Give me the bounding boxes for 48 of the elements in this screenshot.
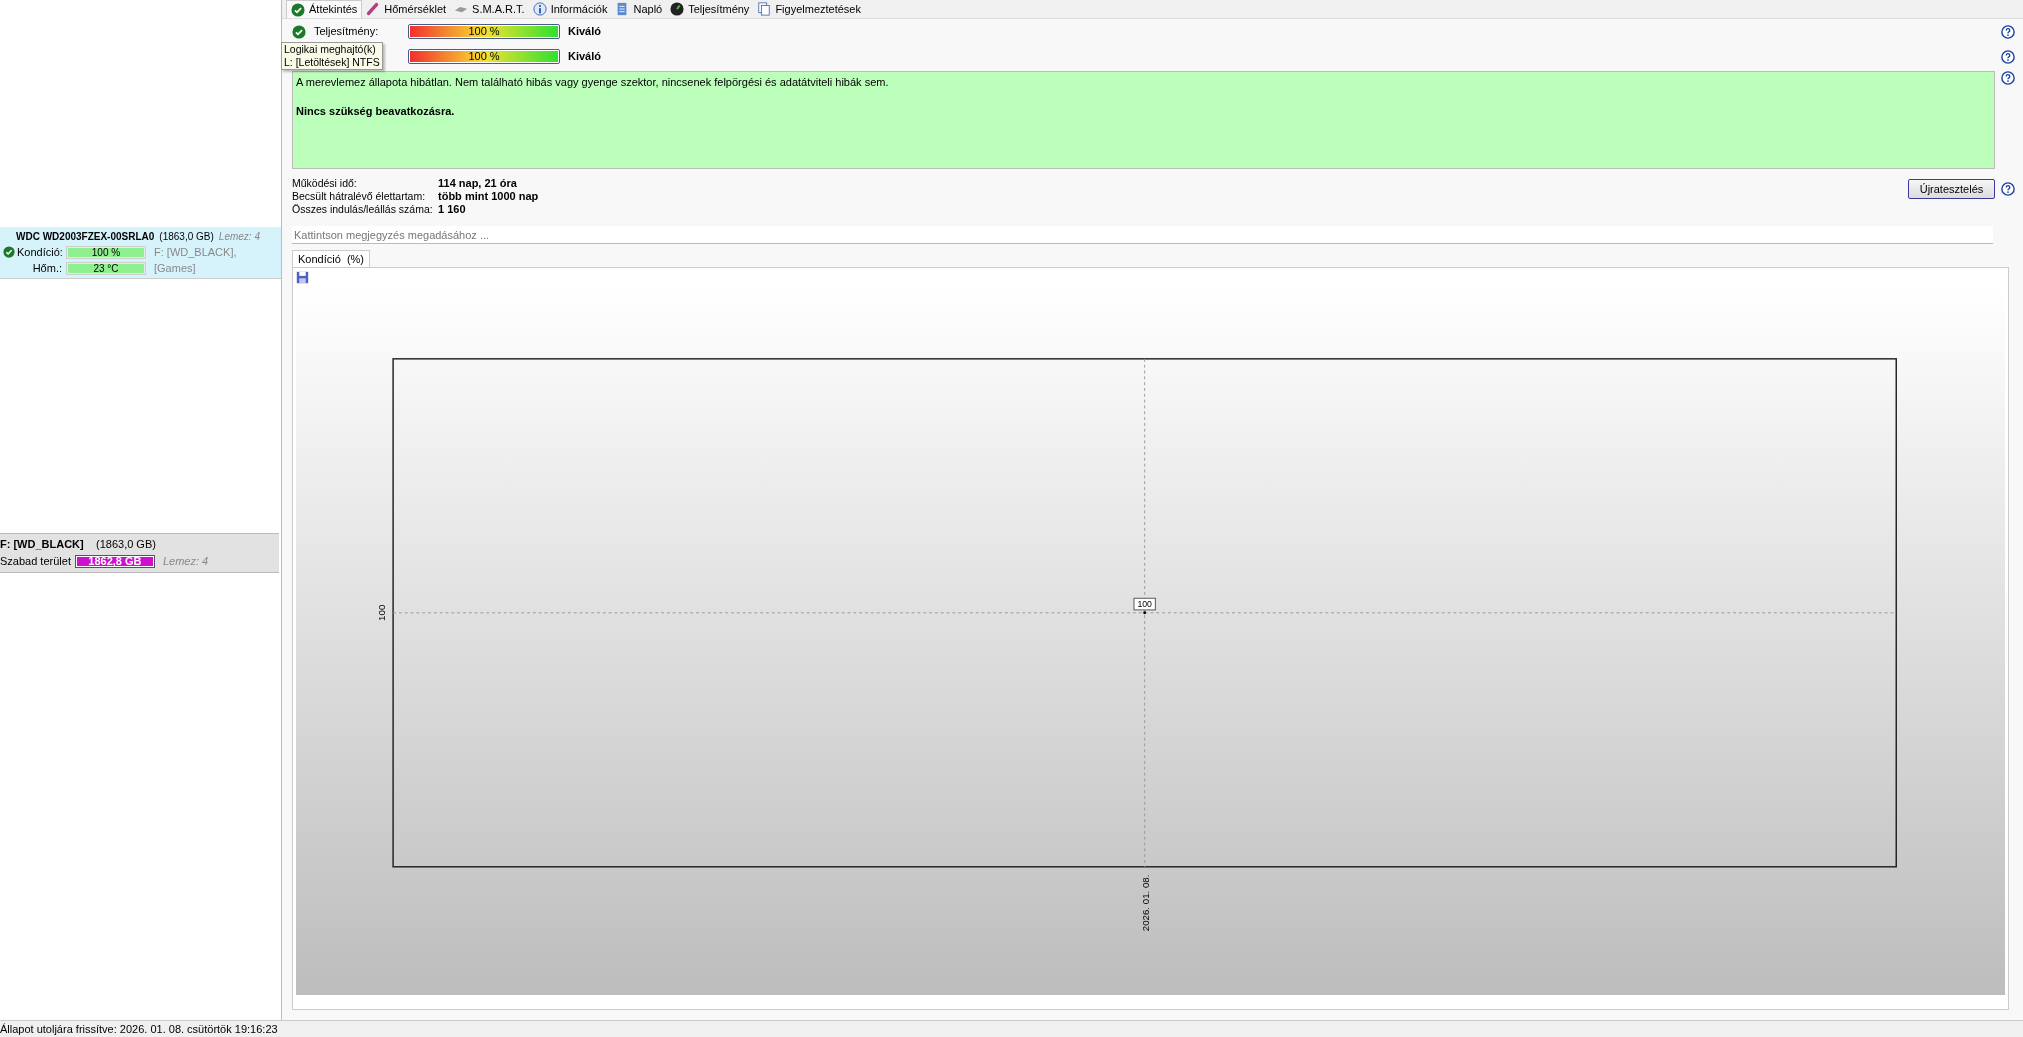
free-space-value: 1862,8 GB [87, 556, 143, 567]
help-icon[interactable] [2001, 49, 2015, 64]
rating: Kiváló [568, 49, 601, 65]
disk-number: Lemez: 4 [162, 554, 209, 570]
disk-stat-label: Kondíció: [17, 244, 62, 260]
progress-value: 100 % [467, 50, 501, 63]
info-value: 114 nap, 21 óra [438, 176, 517, 192]
help-icon[interactable] [2001, 182, 2015, 196]
disk-size: (1863,0 GB) [159, 230, 214, 244]
info-label: Működési idő: [292, 175, 358, 191]
volume-label: [Games] [154, 260, 196, 276]
tab[interactable]: Áttekintés [286, 0, 363, 18]
disk-stat-label: Hőm.: [31, 260, 62, 276]
partition-name: F: [WD_BLACK] [0, 537, 85, 553]
status-bar: Állapot utoljára frissítve: 2026. 01. 08. csütörtök 19:16:23 [0, 1020, 2023, 1037]
tooltip: Logikai meghajtó(k) L: [Letöltések] NTFS [281, 42, 383, 70]
stat-value: 23 °C [92, 262, 120, 274]
disk-item[interactable]: WDC WD2003FZEX-00SRLA0 (1863,0 GB) Lemez: 4 Kondíció: 100 % F: [WD_BLACK], Hőm.: 23 °C [Games] [0, 227, 281, 279]
free-space-label: Szabad terület [0, 554, 71, 570]
gauge-icon [670, 2, 685, 16]
status-label: Teljesítmény: [314, 24, 380, 40]
status-message: A merevlemez állapota hibátlan. Nem található hibás vagy gyenge szektor, nincsenek felpörgési és adatátviteli hibák sem. Nincs szükség beavatkozásra. [292, 71, 1995, 169]
rating: Kiváló [568, 24, 601, 40]
data-label: 100 [1133, 597, 1156, 611]
check-icon [292, 24, 306, 39]
info-value: több mint 1000 nap [438, 189, 539, 205]
info-label: Összes indulás/leállás száma: [292, 201, 434, 217]
data-point [1143, 611, 1147, 615]
disk-name: WDC WD2003FZEX-00SRLA0 [16, 230, 155, 244]
info-icon [532, 2, 547, 16]
disk-number: Lemez: 4 [218, 230, 260, 244]
volume-label: F: [WD_BLACK], [154, 244, 237, 260]
info-value: 1 160 [438, 202, 466, 218]
check-icon [2, 246, 15, 258]
retest-button[interactable]: Újratesztelés [1908, 179, 1995, 199]
note-field[interactable]: Kattintson megjegyzés megadásához ... [292, 226, 1993, 244]
help-icon[interactable] [2001, 71, 2015, 85]
save-icon[interactable] [296, 271, 309, 284]
progress-value: 100 % [467, 25, 501, 38]
stat-value: 100 % [90, 246, 122, 258]
info-label: Becsült hátralévő élettartam: [292, 188, 427, 204]
x-tick-label: 2026. 01. 08. [1139, 874, 1151, 932]
pages-icon [757, 2, 772, 16]
help-icon[interactable] [2001, 24, 2015, 39]
y-tick-label: 100 [376, 604, 388, 621]
check-icon [291, 2, 305, 17]
chart-tab[interactable]: Kondíció (%) [292, 250, 371, 267]
partition-size: (1863,0 GB) [96, 537, 156, 553]
